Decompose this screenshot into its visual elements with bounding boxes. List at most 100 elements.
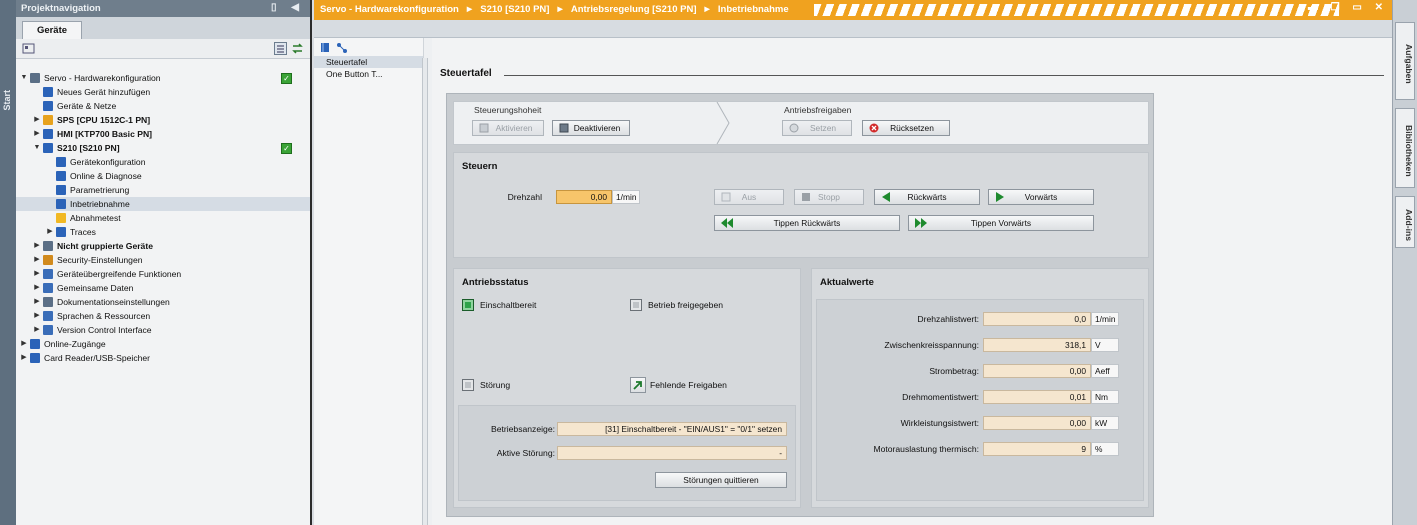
expand-down-icon[interactable]: ▼	[33, 141, 41, 155]
expand-right-icon[interactable]: ▶	[20, 337, 28, 351]
function-nav-item[interactable]: Steuertafel	[314, 56, 423, 68]
breadcrumb-item[interactable]: Antriebsregelung [S210 PN]	[571, 4, 697, 15]
tree-item[interactable]: ▶ SPS [CPU 1512C-1 PN]	[16, 113, 310, 127]
expand-right-icon[interactable]: ▶	[33, 113, 41, 127]
tree-item-label: Gerätekonfiguration	[70, 157, 146, 167]
ruecksetzen-button[interactable]: Rücksetzen	[862, 120, 950, 136]
status-ok-icon: ✓	[281, 143, 292, 154]
einschaltbereit-led	[462, 299, 474, 311]
tree-node-icon	[43, 101, 53, 111]
tree-item[interactable]: ▶ Security-Einstellungen	[16, 253, 310, 267]
tree-item-label: S210 [S210 PN]	[57, 143, 120, 153]
aktualwert-label: Drehzahlistwert:	[917, 314, 979, 324]
aktualwert-value: 0,00	[983, 364, 1091, 378]
tree-item[interactable]: ▶ Dokumentationseinstellungen	[16, 295, 310, 309]
tree-item[interactable]: ▶ Gemeinsame Daten	[16, 281, 310, 295]
breadcrumb-item[interactable]: S210 [S210 PN]	[480, 4, 549, 15]
expand-right-icon[interactable]: ▶	[33, 267, 41, 281]
device-view-icon[interactable]	[22, 42, 35, 55]
expand-down-icon[interactable]: ▼	[20, 71, 28, 85]
tree-item-label: Card Reader/USB-Speicher	[44, 353, 151, 363]
breadcrumb-item[interactable]: Inbetriebnahme	[718, 4, 789, 15]
task-card-tab[interactable]: Add-ins	[1395, 196, 1415, 248]
tree-item[interactable]: Online & Diagnose	[16, 169, 310, 183]
tree-node-icon	[56, 199, 66, 209]
aktive-stoerung-field: -	[557, 446, 787, 460]
aktualwert-unit: 1/min	[1091, 312, 1119, 326]
projnav-header-buttons[interactable]: ▯ ◀	[271, 2, 305, 13]
tree-item-label: SPS [CPU 1512C-1 PN]	[57, 115, 151, 125]
vorwaerts-button[interactable]: Vorwärts	[988, 189, 1094, 205]
aktualwert-label: Wirkleistungsistwert:	[900, 418, 979, 428]
aktualwert-value: 0,00	[983, 416, 1091, 430]
tree-item[interactable]: ▶ Version Control Interface	[16, 323, 310, 337]
stop-icon	[801, 192, 811, 202]
fehlende-freigaben-button[interactable]	[630, 377, 646, 393]
tree-item[interactable]: ▶ Card Reader/USB-Speicher	[16, 351, 310, 365]
tree-item[interactable]: ▶ Nicht gruppierte Geräte	[16, 239, 310, 253]
splitter[interactable]	[422, 58, 428, 525]
tree-node-icon	[43, 129, 53, 139]
task-card-tab[interactable]: Aufgaben	[1395, 22, 1415, 100]
network-icon[interactable]	[336, 42, 348, 55]
setzen-button[interactable]: Setzen	[782, 120, 852, 136]
tab-geraete[interactable]: Geräte	[22, 21, 82, 39]
off-icon	[721, 192, 731, 202]
tippen-vorwaerts-button[interactable]: Tippen Vorwärts	[908, 215, 1094, 231]
tree-item[interactable]: Parametrierung	[16, 183, 310, 197]
breadcrumb: Servo - Hardwarekonfiguration ► S210 [S210…	[320, 4, 789, 15]
window-buttons[interactable]: ▬ ❐ ▭ ✕	[1308, 2, 1388, 13]
expand-right-icon[interactable]: ▶	[20, 351, 28, 365]
tree-item[interactable]: ▶ Traces	[16, 225, 310, 239]
tree-item-label: Parametrierung	[70, 185, 130, 195]
expand-right-icon[interactable]: ▶	[33, 295, 41, 309]
expand-right-icon[interactable]: ▶	[46, 225, 54, 239]
online-mode-stripes	[814, 4, 1339, 16]
function-nav-item[interactable]: One Button T...	[314, 68, 423, 80]
tree-item[interactable]: Inbetriebnahme	[16, 197, 310, 211]
task-card-tab[interactable]: Bibliotheken	[1395, 108, 1415, 188]
rueckwaerts-button[interactable]: Rückwärts	[874, 189, 980, 205]
book-icon[interactable]	[320, 42, 330, 55]
aktualwert-unit: kW	[1091, 416, 1119, 430]
breadcrumb-item[interactable]: Servo - Hardwarekonfiguration	[320, 4, 459, 15]
aktualwert-unit: Aeff	[1091, 364, 1119, 378]
activate-icon	[479, 123, 489, 133]
tree-node-icon	[43, 143, 53, 153]
expand-right-icon[interactable]: ▶	[33, 253, 41, 267]
tree-item[interactable]: Abnahmetest	[16, 211, 310, 225]
tree-item-label: Security-Einstellungen	[57, 255, 143, 265]
aktivieren-button[interactable]: Aktivieren	[472, 120, 544, 136]
deaktivieren-button[interactable]: Deaktivieren	[552, 120, 630, 136]
tree-item[interactable]: ▶ HMI [KTP700 Basic PN]	[16, 127, 310, 141]
tree-item[interactable]: ▼ Servo - Hardwarekonfiguration ✓	[16, 71, 310, 85]
expand-right-icon[interactable]: ▶	[33, 281, 41, 295]
tree-item[interactable]: Gerätekonfiguration	[16, 155, 310, 169]
projnav-title: Projektnavigation	[21, 3, 101, 14]
tree-item[interactable]: ▼ S210 [S210 PN] ✓	[16, 141, 310, 155]
tree-node-icon	[43, 255, 53, 265]
tree-item[interactable]: ▶ Geräteübergreifende Funktionen	[16, 267, 310, 281]
expand-right-icon[interactable]: ▶	[33, 127, 41, 141]
stopp-button[interactable]: Stopp	[794, 189, 864, 205]
drehzahl-input[interactable]: 0,00	[556, 190, 612, 204]
tree-node-icon	[43, 87, 53, 97]
expand-right-icon[interactable]: ▶	[33, 309, 41, 323]
tree-node-icon	[43, 115, 53, 125]
tree-item-label: Inbetriebnahme	[70, 199, 130, 209]
tree-item[interactable]: ▶ Sprachen & Ressourcen	[16, 309, 310, 323]
betrieb-freigegeben-label: Betrieb freigegeben	[648, 300, 724, 310]
tree-item[interactable]: ▶ Online-Zugänge	[16, 337, 310, 351]
expand-right-icon[interactable]: ▶	[33, 323, 41, 337]
sync-icon[interactable]	[291, 42, 304, 55]
aus-button[interactable]: Aus	[714, 189, 784, 205]
start-strip[interactable]: Start	[0, 0, 16, 525]
tree-item[interactable]: Geräte & Netze	[16, 99, 310, 113]
stoerungen-quittieren-button[interactable]: Störungen quittieren	[655, 472, 787, 488]
editor-subbar	[314, 20, 1392, 38]
tippen-rueckwaerts-button[interactable]: Tippen Rückwärts	[714, 215, 900, 231]
function-nav-list: Steuertafel One Button T...	[314, 56, 423, 80]
tree-item[interactable]: Neues Gerät hinzufügen	[16, 85, 310, 99]
expand-right-icon[interactable]: ▶	[33, 239, 41, 253]
list-view-icon[interactable]	[274, 42, 287, 55]
